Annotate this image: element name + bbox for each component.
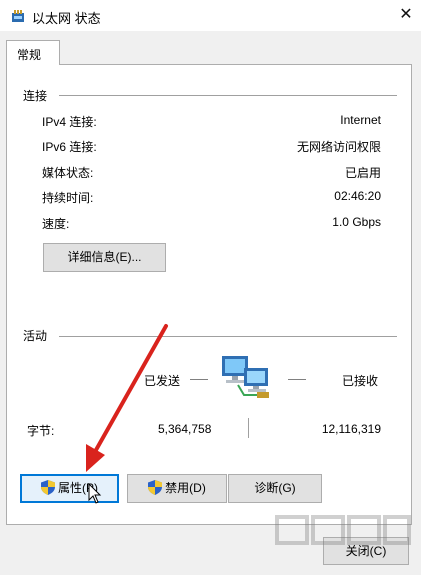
- media-state-label: 媒体状态:: [42, 166, 94, 180]
- ipv6-value: 无网络访问权限: [296, 140, 381, 154]
- sent-line: [190, 379, 208, 380]
- tab-general-label: 常规: [17, 48, 42, 62]
- diagnose-button[interactable]: 诊断(G): [228, 474, 322, 503]
- connection-divider: [59, 95, 397, 96]
- uac-shield-icon: [148, 480, 163, 495]
- activity-divider: [59, 336, 397, 337]
- window-title: 以太网 状态: [32, 11, 101, 26]
- details-button[interactable]: 详细信息(E)...: [43, 243, 166, 272]
- speed-value: 1.0 Gbps: [332, 215, 381, 229]
- bytes-sent-value: 5,364,758: [158, 422, 212, 436]
- ipv4-label: IPv4 连接:: [42, 115, 97, 129]
- network-adapter-icon: [12, 10, 24, 22]
- disable-button[interactable]: 禁用(D): [127, 474, 227, 503]
- bytes-label: 字节:: [27, 424, 55, 438]
- duration-label: 持续时间:: [42, 191, 94, 205]
- received-line: [288, 379, 306, 380]
- sent-label: 已发送: [144, 374, 181, 388]
- mouse-pointer-icon: [88, 483, 102, 504]
- ipv4-value: Internet: [340, 113, 381, 127]
- bytes-received-value: 12,116,319: [321, 422, 381, 436]
- ipv6-label: IPv6 连接:: [42, 140, 97, 154]
- duration-value: 02:46:20: [334, 189, 381, 203]
- general-panel: 连接 IPv4 连接: Internet IPv6 连接: 无网络访问权限 媒体…: [6, 64, 412, 525]
- watermark-logo: [275, 515, 411, 545]
- close-window-button[interactable]: ✕: [391, 0, 421, 31]
- disable-button-label: 禁用(D): [165, 481, 206, 495]
- bytes-separator: [248, 418, 249, 438]
- uac-shield-icon: [41, 480, 55, 495]
- connection-group-title: 连接: [23, 89, 48, 103]
- properties-button[interactable]: 属性(P): [20, 474, 119, 503]
- media-state-value: 已启用: [344, 166, 381, 180]
- activity-group-title: 活动: [23, 329, 48, 343]
- tab-general[interactable]: 常规: [6, 40, 60, 65]
- network-computers-icon: [222, 356, 269, 398]
- received-label: 已接收: [342, 374, 379, 388]
- title-bar: 以太网 状态 ✕: [0, 0, 421, 31]
- speed-label: 速度:: [42, 217, 70, 231]
